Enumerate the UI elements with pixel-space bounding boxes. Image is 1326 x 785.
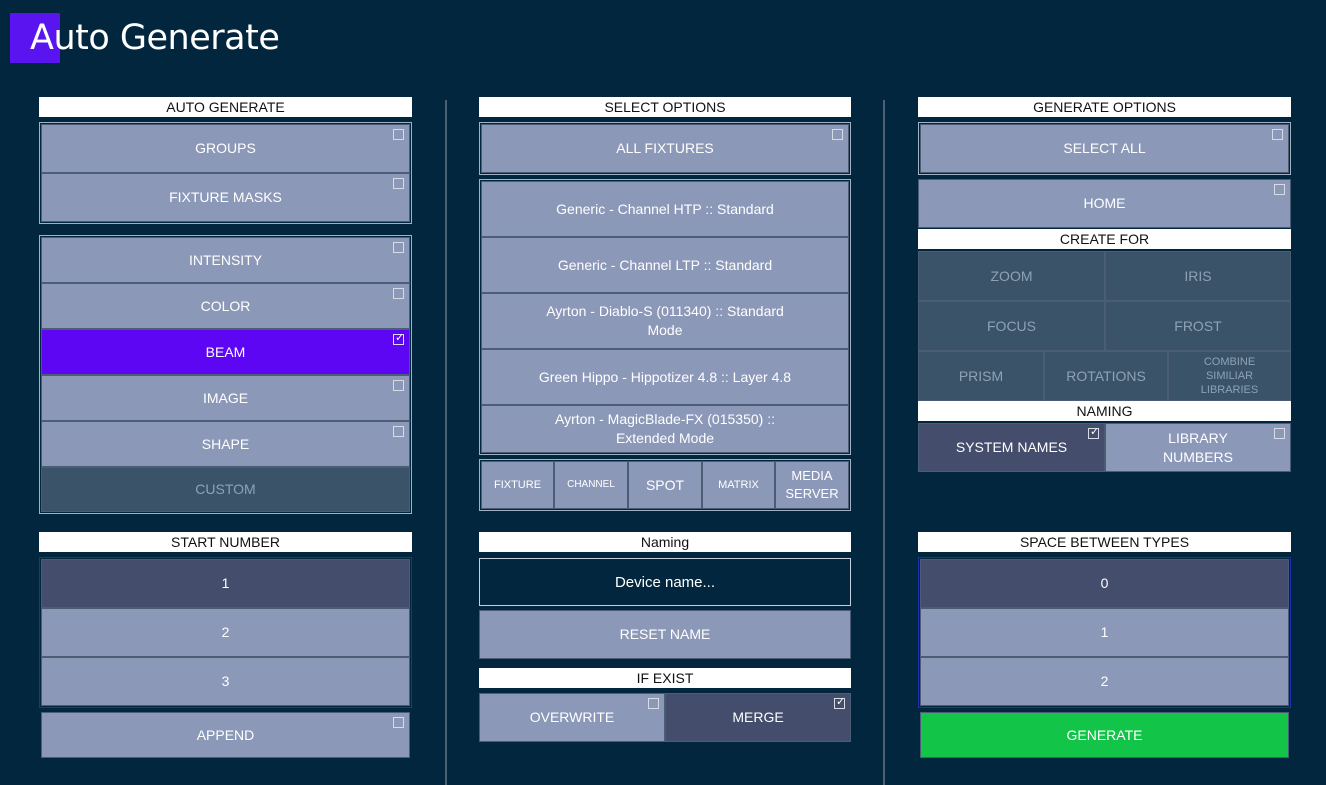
start-number-1[interactable]: 1 xyxy=(41,559,410,608)
fixture-item[interactable]: Green Hippo - Hippotizer 4.8 :: Layer 4.… xyxy=(481,349,849,405)
select-all-button[interactable]: SELECT ALL xyxy=(920,124,1289,173)
home-button[interactable]: HOME xyxy=(918,179,1291,228)
groups-button[interactable]: GROUPS xyxy=(41,124,410,173)
start-number-header: START NUMBER xyxy=(39,532,412,552)
color-button[interactable]: COLOR xyxy=(41,283,410,329)
frost-button[interactable]: FROST xyxy=(1105,301,1291,351)
naming-header: Naming xyxy=(479,532,851,552)
append-button[interactable]: APPEND xyxy=(41,712,410,758)
space-between-types-header: SPACE BETWEEN TYPES xyxy=(918,532,1291,552)
color-checkbox[interactable] xyxy=(393,288,404,299)
focus-button[interactable]: FOCUS xyxy=(918,301,1105,351)
generate-button[interactable]: GENERATE xyxy=(920,712,1289,758)
all-fixtures-button[interactable]: ALL FIXTURES xyxy=(481,124,849,173)
column-divider xyxy=(883,100,885,785)
reset-name-button[interactable]: RESET NAME xyxy=(479,610,851,659)
fixture-masks-checkbox[interactable] xyxy=(393,178,404,189)
fixture-item[interactable]: Ayrton - MagicBlade-FX (015350) :: Exten… xyxy=(481,405,849,453)
create-for-header: CREATE FOR xyxy=(918,229,1291,249)
system-names-button[interactable]: SYSTEM NAMES xyxy=(918,423,1105,472)
color-label: COLOR xyxy=(200,297,251,314)
overwrite-checkbox[interactable] xyxy=(648,698,659,709)
fixture-item[interactable]: Generic - Channel HTP :: Standard xyxy=(481,181,849,237)
system-names-label: SYSTEM NAMES xyxy=(955,439,1068,456)
select-options-header: SELECT OPTIONS xyxy=(479,97,851,117)
if-exist-header: IF EXIST xyxy=(479,668,851,688)
image-checkbox[interactable] xyxy=(393,380,404,391)
naming-options-header: NAMING xyxy=(918,401,1291,421)
merge-button[interactable]: MERGE xyxy=(665,693,851,742)
tab-media-server[interactable]: MEDIA SERVER xyxy=(775,461,849,509)
rotations-button[interactable]: ROTATIONS xyxy=(1044,351,1168,401)
home-label: HOME xyxy=(1083,195,1126,212)
home-checkbox[interactable] xyxy=(1274,184,1285,195)
space-value-2[interactable]: 2 xyxy=(920,657,1289,706)
beam-label: BEAM xyxy=(205,343,246,360)
merge-checkbox[interactable] xyxy=(834,695,845,710)
beam-checkbox[interactable] xyxy=(393,331,404,346)
intensity-button[interactable]: INTENSITY xyxy=(41,237,410,283)
select-all-label: SELECT ALL xyxy=(1063,140,1146,157)
append-label: APPEND xyxy=(196,726,255,743)
overwrite-label: OVERWRITE xyxy=(529,709,615,726)
library-numbers-button[interactable]: LIBRARY NUMBERS xyxy=(1105,423,1291,472)
iris-button[interactable]: IRIS xyxy=(1105,251,1291,301)
custom-label: CUSTOM xyxy=(195,481,256,498)
shape-checkbox[interactable] xyxy=(393,426,404,437)
shape-button[interactable]: SHAPE xyxy=(41,421,410,467)
start-number-2[interactable]: 2 xyxy=(41,608,410,657)
append-checkbox[interactable] xyxy=(393,717,404,728)
image-label: IMAGE xyxy=(202,389,249,406)
select-all-checkbox[interactable] xyxy=(1272,129,1283,140)
shape-label: SHAPE xyxy=(201,435,250,452)
all-fixtures-label: ALL FIXTURES xyxy=(616,140,714,157)
library-numbers-checkbox[interactable] xyxy=(1274,428,1285,439)
fixture-masks-button[interactable]: FIXTURE MASKS xyxy=(41,173,410,222)
tab-fixture[interactable]: FIXTURE xyxy=(481,461,554,509)
tab-matrix[interactable]: MATRIX xyxy=(702,461,775,509)
zoom-button[interactable]: ZOOM xyxy=(918,251,1105,301)
combine-similar-libraries-button[interactable]: COMBINE SIMILIAR LIBRARIES xyxy=(1168,351,1291,401)
image-button[interactable]: IMAGE xyxy=(41,375,410,421)
auto-generate-header: AUTO GENERATE xyxy=(39,97,412,117)
fixture-item[interactable]: Ayrton - Diablo-S (011340) :: Standard M… xyxy=(481,293,849,349)
overwrite-button[interactable]: OVERWRITE xyxy=(479,693,665,742)
all-fixtures-checkbox[interactable] xyxy=(832,129,843,140)
groups-checkbox[interactable] xyxy=(393,129,404,140)
fixture-item[interactable]: Generic - Channel LTP :: Standard xyxy=(481,237,849,293)
merge-label: MERGE xyxy=(732,709,784,726)
start-number-3[interactable]: 3 xyxy=(41,657,410,706)
page-title: Auto Generate xyxy=(30,18,280,58)
tab-spot[interactable]: SPOT xyxy=(628,461,702,509)
space-value-1[interactable]: 1 xyxy=(920,608,1289,657)
intensity-label: INTENSITY xyxy=(188,251,263,268)
library-numbers-label: LIBRARY NUMBERS xyxy=(1162,429,1233,465)
device-name-input[interactable]: Device name... xyxy=(479,558,851,606)
system-names-checkbox[interactable] xyxy=(1088,425,1099,440)
tab-channel[interactable]: CHANNEL xyxy=(554,461,628,509)
space-value-0[interactable]: 0 xyxy=(920,559,1289,608)
generate-options-header: GENERATE OPTIONS xyxy=(918,97,1291,117)
custom-button[interactable]: CUSTOM xyxy=(41,467,410,512)
prism-button[interactable]: PRISM xyxy=(918,351,1044,401)
beam-button[interactable]: BEAM xyxy=(41,329,410,375)
groups-label: GROUPS xyxy=(195,140,256,157)
column-divider xyxy=(445,100,447,785)
intensity-checkbox[interactable] xyxy=(393,242,404,253)
fixture-masks-label: FIXTURE MASKS xyxy=(169,189,282,206)
